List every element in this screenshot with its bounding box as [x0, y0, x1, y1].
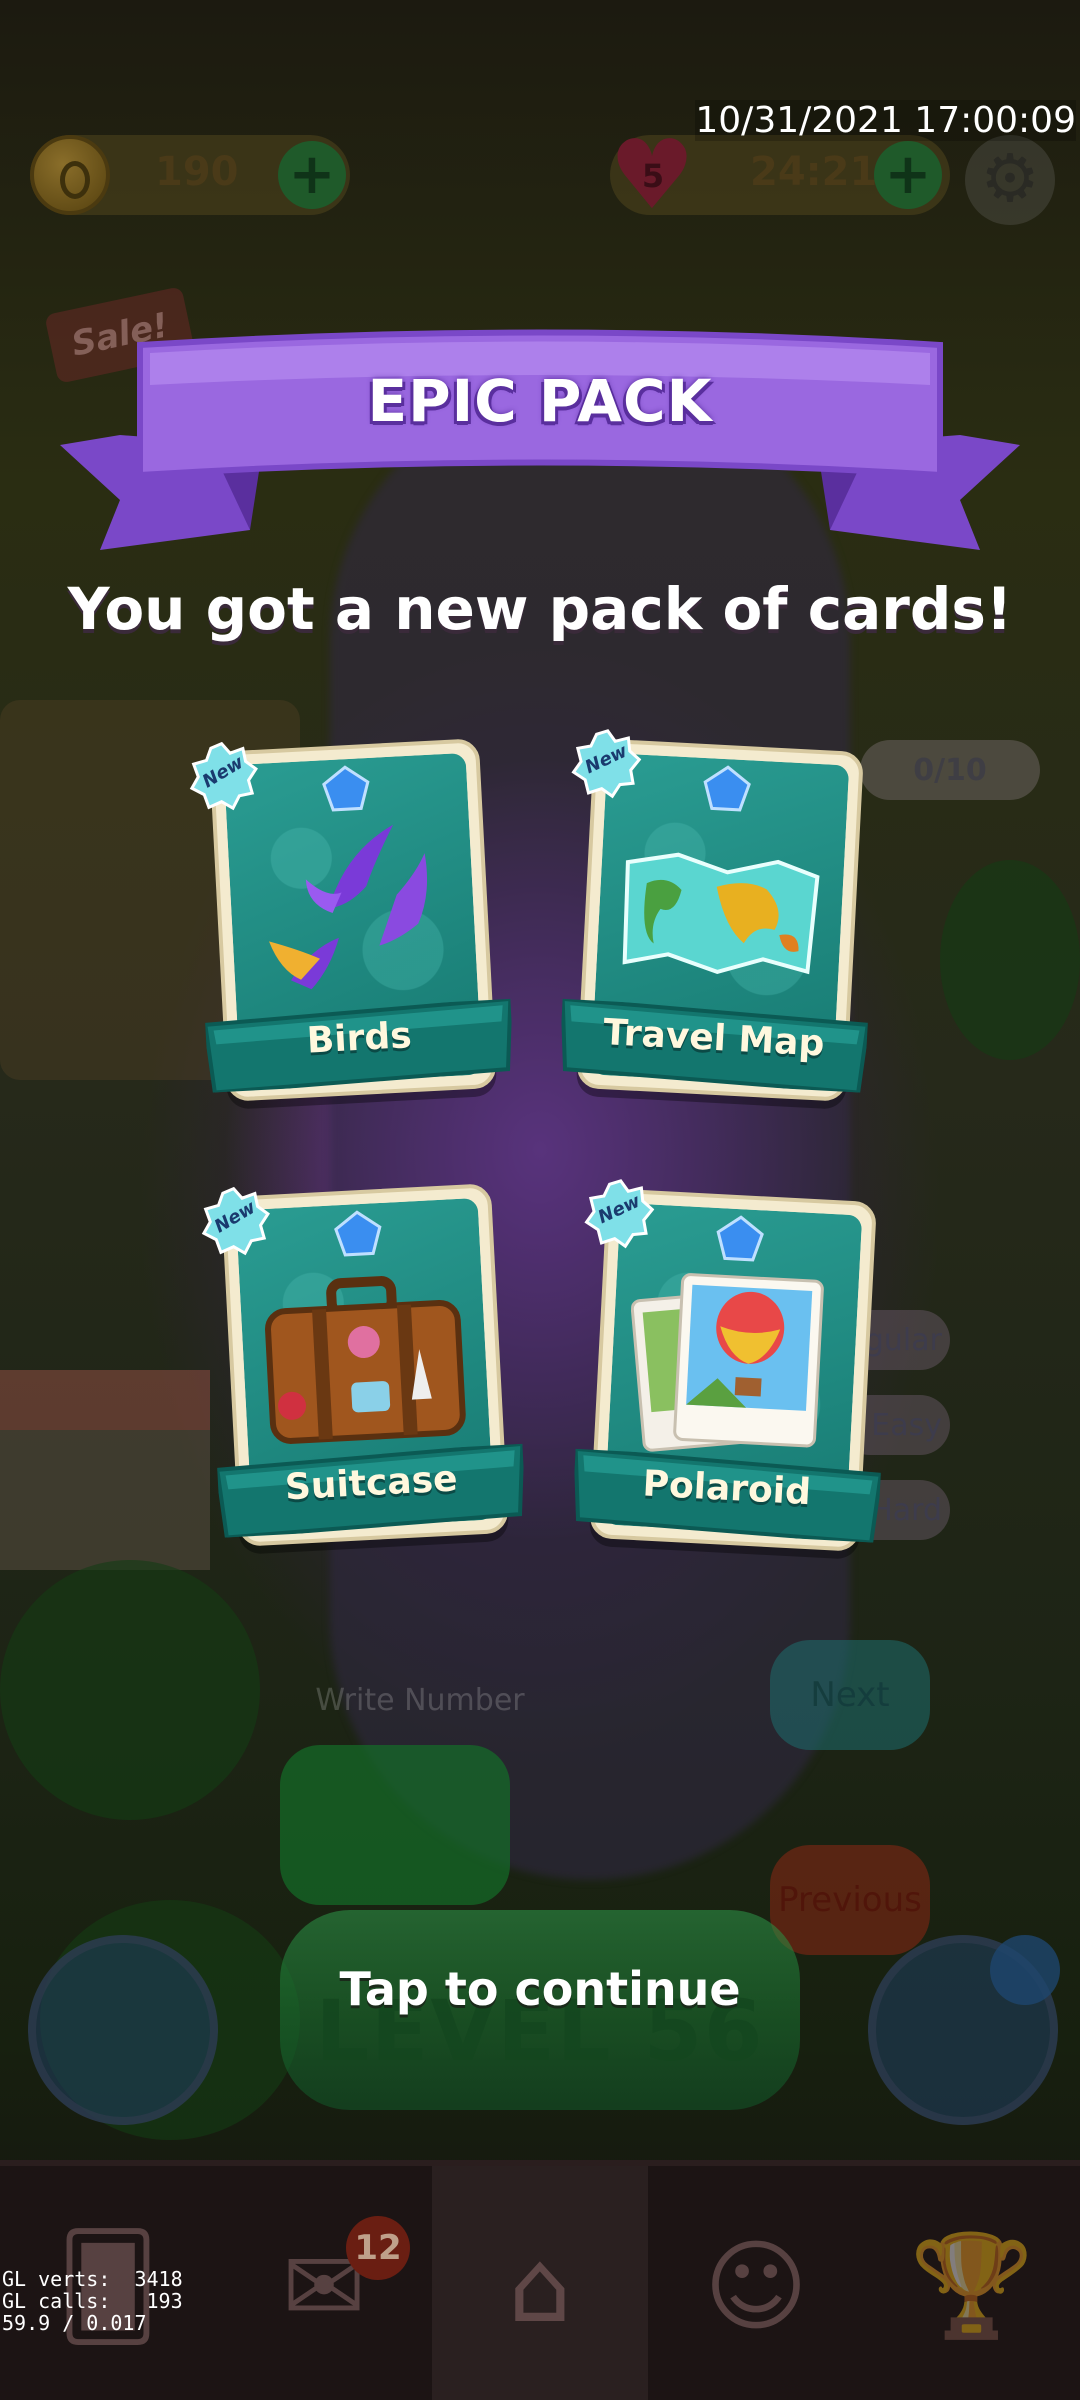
- map-house: [0, 1370, 210, 1570]
- next-button[interactable]: Next: [770, 1640, 930, 1750]
- card-suitcase[interactable]: Suitcase New: [201, 1183, 525, 1547]
- ribbon-shape: [60, 329, 1020, 550]
- card-birds[interactable]: Birds New: [189, 738, 513, 1102]
- coins-value: 190: [155, 149, 239, 195]
- birds-icon: [269, 824, 428, 990]
- nav-home-icon[interactable]: ⌂: [432, 2166, 648, 2400]
- screen-timestamp: 10/31/2021 17:00:09: [695, 100, 1076, 141]
- coin-icon: [30, 135, 110, 215]
- epic-pack-ribbon: EPIC PACK: [60, 325, 1020, 555]
- write-number-input[interactable]: Write Number: [290, 1670, 550, 1730]
- add-lives-button[interactable]: +: [874, 141, 942, 209]
- popup-subtitle: You got a new pack of cards!: [67, 575, 1013, 643]
- fps: 59.9 / 0.017: [2, 2311, 147, 2335]
- map-icon: [622, 852, 820, 975]
- new-badge-text: New: [594, 1190, 644, 1229]
- tap-to-continue-label: Tap to continue: [339, 1962, 741, 2016]
- nav-team-icon[interactable]: ☺: [648, 2166, 864, 2400]
- card-polaroid[interactable]: Polaroid New: [573, 1179, 882, 1552]
- gem-icon: [322, 765, 370, 812]
- card-travel-map[interactable]: Travel Map New: [560, 729, 869, 1102]
- tap-to-continue-area[interactable]: LEVEL 56 Tap to continue: [280, 1910, 800, 2110]
- gl-debug-overlay: GL verts: 3418 GL calls: 193 59.9 / 0.017: [2, 2268, 183, 2334]
- add-coins-button[interactable]: +: [278, 141, 346, 209]
- gem-icon: [703, 765, 751, 812]
- difficulty-label: Hard: [870, 1492, 942, 1528]
- new-badge-label-wrap: New: [582, 1177, 656, 1251]
- settings-gear-icon[interactable]: ⚙: [965, 135, 1055, 225]
- gl-calls: GL calls: 193: [2, 2289, 183, 2313]
- new-badge-text: New: [581, 740, 631, 779]
- life-timer: 24:21: [750, 149, 878, 195]
- new-badge-text: New: [198, 751, 248, 793]
- difficulty-label: Easy: [871, 1407, 942, 1443]
- new-badge-label-wrap: New: [569, 727, 643, 801]
- map-tree: [940, 860, 1080, 1060]
- lives-counter: ♥ 5 24:21 +: [609, 127, 950, 223]
- gem-icon: [334, 1210, 382, 1257]
- nav-trophy-icon[interactable]: 🏆: [864, 2166, 1080, 2400]
- video-camera-icon: [990, 1935, 1060, 2005]
- new-badge-text: New: [210, 1196, 260, 1238]
- new-badge-label-wrap: New: [199, 1185, 273, 1259]
- coins-counter: 190 +: [30, 135, 350, 215]
- lives-value: 5: [641, 157, 665, 195]
- polaroid-icon: [630, 1273, 824, 1452]
- green-action-button[interactable]: [280, 1745, 510, 1905]
- mail-count-badge: 12: [346, 2216, 410, 2280]
- nav-mail-icon[interactable]: ✉ 12: [216, 2166, 432, 2400]
- map-tree: [0, 1560, 260, 1820]
- gem-icon: [716, 1215, 764, 1262]
- new-badge-label-wrap: New: [187, 740, 261, 814]
- popup-title: EPIC PACK: [367, 367, 713, 435]
- gl-verts: GL verts: 3418: [2, 2267, 183, 2291]
- map-album-bubble[interactable]: [28, 1935, 218, 2125]
- suitcase-icon: [265, 1276, 466, 1444]
- progress-pill: 0/10: [860, 740, 1040, 800]
